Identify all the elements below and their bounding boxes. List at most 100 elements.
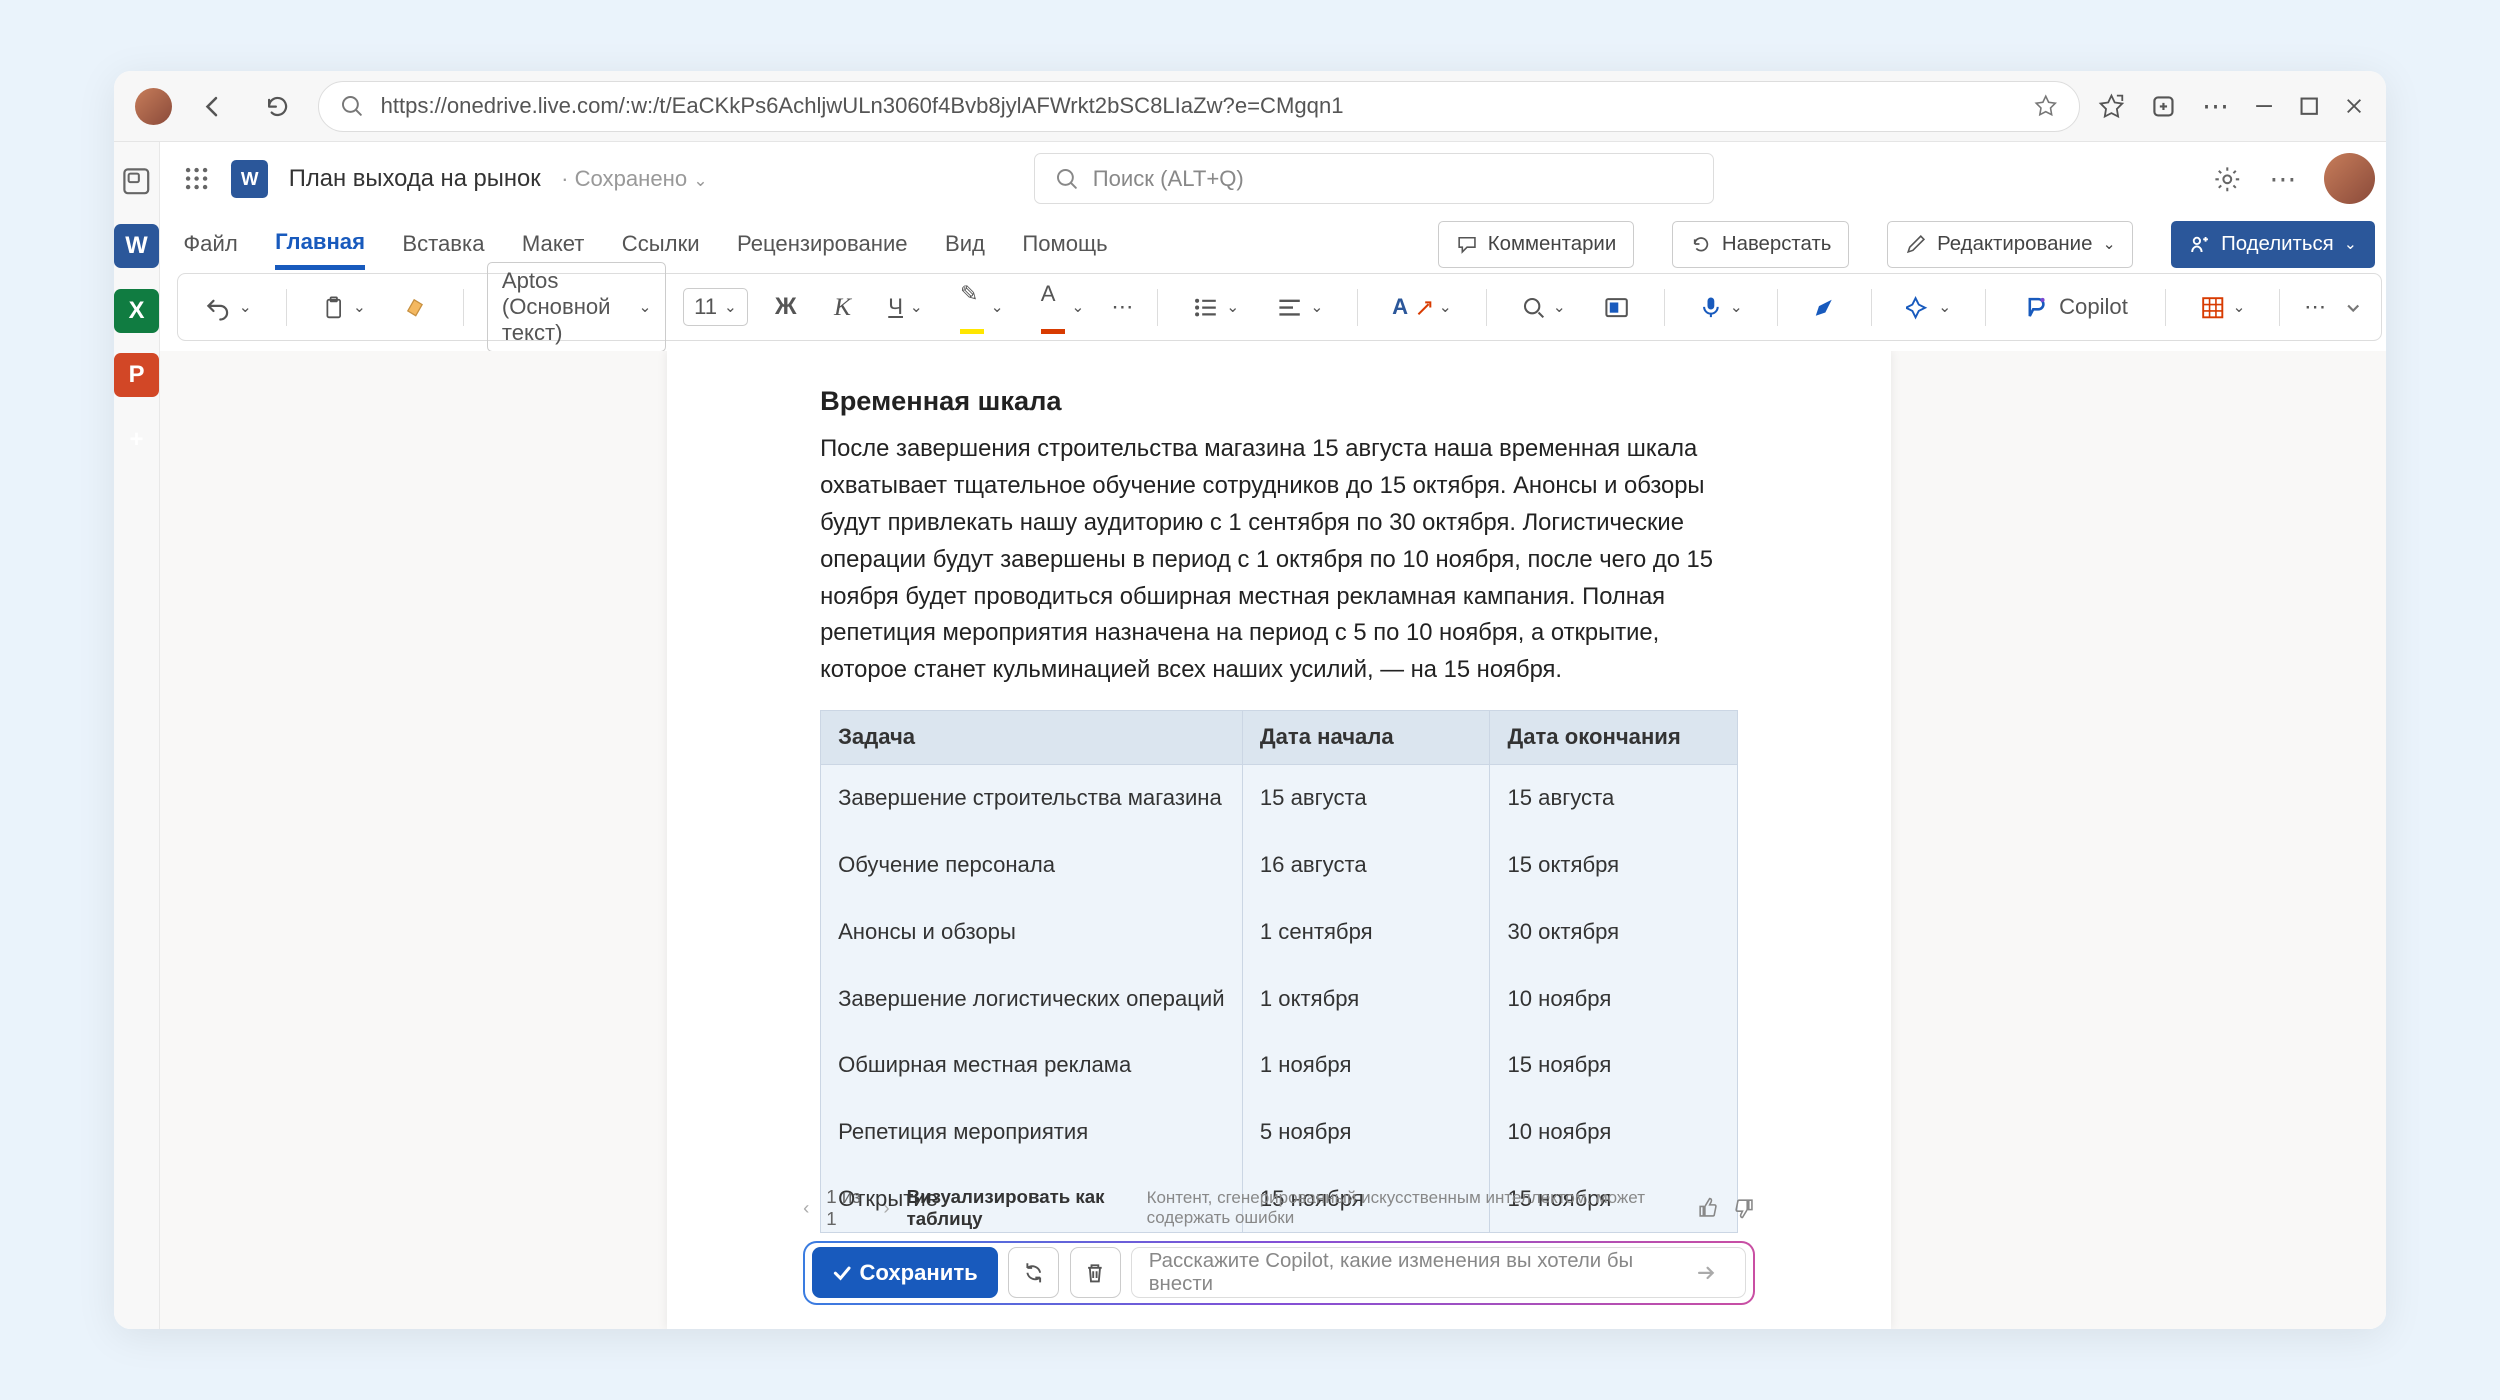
document-canvas[interactable]: Временная шкала После завершения строите… — [160, 351, 2386, 1329]
thumbs-down-icon[interactable] — [1733, 1197, 1755, 1219]
minimize-button[interactable] — [2253, 95, 2275, 117]
rail-excel-icon[interactable]: X — [114, 289, 158, 333]
tab-help[interactable]: Помощь — [1022, 221, 1107, 267]
word-app-icon[interactable]: W — [231, 160, 268, 197]
browser-window: https://onedrive.live.com/:w:/t/EaCKkPs6… — [114, 71, 2385, 1329]
th-start: Дата начала — [1242, 710, 1490, 764]
send-icon[interactable] — [1694, 1261, 1728, 1285]
tab-view[interactable]: Вид — [945, 221, 985, 267]
viz-label[interactable]: Визуализировать как таблицу — [907, 1186, 1130, 1230]
favorites-icon[interactable] — [2097, 92, 2126, 121]
more-icon[interactable]: ⋯ — [2269, 163, 2296, 195]
rail-word-icon[interactable]: W — [114, 224, 158, 268]
table-row: Анонсы и обзоры1 сентября30 октября — [821, 898, 1738, 965]
thumbs-up-icon[interactable] — [1697, 1197, 1719, 1219]
search-input[interactable]: Поиск (ALT+Q) — [1034, 153, 1714, 204]
tab-home[interactable]: Главная — [275, 219, 365, 270]
th-task: Задача — [821, 710, 1243, 764]
regenerate-button[interactable] — [1008, 1247, 1059, 1298]
table-grid-button[interactable]: ⌄ — [2190, 289, 2256, 325]
highlight-button[interactable]: ✎ ⌄ — [950, 276, 1014, 338]
immersive-button[interactable] — [1593, 289, 1641, 326]
table-cell: 10 ноября — [1490, 965, 1738, 1032]
star-add-icon[interactable] — [2033, 93, 2059, 119]
ai-disclaimer: Контент, сгенерированный искусственным и… — [1147, 1188, 1667, 1228]
catchup-button[interactable]: Наверстать — [1672, 221, 1850, 269]
align-button[interactable]: ⌄ — [1266, 289, 1333, 326]
find-button[interactable]: ⌄ — [1510, 289, 1576, 325]
table-cell: Репетиция мероприятия — [821, 1099, 1243, 1166]
italic-button[interactable]: К — [824, 287, 861, 327]
comments-button[interactable]: Комментарии — [1438, 221, 1635, 269]
table-row: Завершение строительства магазина 15 авгу… — [821, 764, 1738, 831]
table-row: Обширная местная реклама1 ноября15 ноябр… — [821, 1032, 1738, 1099]
tab-file[interactable]: Файл — [183, 221, 237, 267]
doc-heading: Временная шкала — [820, 385, 1738, 417]
discard-button[interactable] — [1070, 1247, 1121, 1298]
copilot-footer: ‹ 1 из 1 › Визуализировать как таблицу К… — [803, 1186, 1755, 1305]
table-row: Завершение логистических операций1 октяб… — [821, 965, 1738, 1032]
search-icon — [340, 94, 364, 118]
tab-layout[interactable]: Макет — [522, 221, 585, 267]
bullets-button[interactable]: ⌄ — [1182, 289, 1249, 326]
close-button[interactable] — [2343, 95, 2365, 117]
paste-button[interactable]: ⌄ — [310, 289, 376, 325]
rail-tabs-icon[interactable] — [114, 159, 158, 203]
address-bar[interactable]: https://onedrive.live.com/:w:/t/EaCKkPs6… — [318, 81, 2079, 132]
copilot-prompt-input[interactable]: Расскажите Copilot, какие изменения вы х… — [1131, 1247, 1747, 1298]
keep-button[interactable]: Сохранить — [812, 1247, 998, 1298]
share-button[interactable]: Поделиться ⌄ — [2171, 221, 2375, 269]
table-cell: Завершение строительства магазина — [821, 764, 1243, 831]
refresh-button[interactable] — [254, 82, 302, 130]
collections-icon[interactable] — [2149, 92, 2178, 121]
waffle-icon[interactable] — [183, 165, 210, 192]
rail-powerpoint-icon[interactable]: P — [114, 353, 158, 397]
table-cell: 30 октября — [1490, 898, 1738, 965]
copilot-button[interactable]: Copilot — [2010, 289, 2142, 326]
prev-suggestion-icon[interactable]: ‹ — [803, 1197, 809, 1219]
user-avatar[interactable] — [2324, 153, 2375, 204]
doc-paragraph: После завершения строительства магазина … — [820, 431, 1738, 689]
table-cell: 16 августа — [1242, 832, 1490, 899]
profile-avatar-icon[interactable] — [135, 88, 172, 125]
styles-button[interactable]: A ⌄ — [1382, 289, 1462, 325]
more-icon[interactable]: ⋯ — [2202, 90, 2229, 122]
table-cell: 1 сентября — [1242, 898, 1490, 965]
app-header: W План выхода на рынок · Сохранено ⌄ Пои… — [160, 142, 2386, 215]
dictate-button[interactable]: ⌄ — [1689, 290, 1753, 324]
designer-button[interactable]: ⌄ — [1896, 289, 1962, 325]
format-painter-button[interactable] — [393, 289, 439, 325]
table-cell: 15 ноября — [1490, 1032, 1738, 1099]
undo-button[interactable]: ⌄ — [195, 289, 262, 326]
rail-add-icon[interactable]: + — [114, 418, 158, 462]
tab-insert[interactable]: Вставка — [402, 221, 484, 267]
font-family-select[interactable]: Aptos (Основной текст)⌄ — [487, 262, 666, 352]
home-toolbar: ⌄ ⌄ Aptos (Основной текст)⌄ 11⌄ Ж — [177, 273, 2382, 341]
font-size-select[interactable]: 11⌄ — [683, 288, 748, 326]
comment-icon — [1456, 233, 1478, 255]
document-title[interactable]: План выхода на рынок — [289, 165, 541, 193]
ribbon-collapse-icon[interactable] — [2343, 297, 2363, 317]
next-suggestion-icon[interactable]: › — [883, 1197, 889, 1219]
editing-mode-button[interactable]: Редактирование ⌄ — [1887, 221, 2134, 269]
back-button[interactable] — [189, 82, 237, 130]
tab-review[interactable]: Рецензирование — [737, 221, 908, 267]
font-color-button[interactable]: A ⌄ — [1031, 276, 1095, 338]
copilot-action-bar: Сохранить Расскажите Copilot, какие изме… — [803, 1241, 1755, 1306]
pencil-icon — [1905, 233, 1927, 255]
table-cell: 15 августа — [1490, 764, 1738, 831]
saved-status[interactable]: · Сохранено ⌄ — [561, 166, 708, 192]
bold-button[interactable]: Ж — [765, 288, 807, 326]
more-toolbar-icon[interactable]: ⋯ — [2304, 294, 2326, 320]
tab-references[interactable]: Ссылки — [622, 221, 700, 267]
editor-button[interactable] — [1801, 289, 1847, 325]
timeline-table: Задача Дата начала Дата окончания Заверш… — [820, 710, 1738, 1234]
settings-gear-icon[interactable] — [2212, 164, 2243, 195]
table-cell: 15 октября — [1490, 832, 1738, 899]
table-cell: Обучение персонала — [821, 832, 1243, 899]
check-icon — [832, 1263, 852, 1283]
maximize-button[interactable] — [2299, 96, 2319, 116]
more-font-icon[interactable]: ⋯ — [1111, 294, 1133, 320]
copilot-icon — [2023, 294, 2050, 321]
underline-button[interactable]: Ч ⌄ — [878, 289, 933, 325]
